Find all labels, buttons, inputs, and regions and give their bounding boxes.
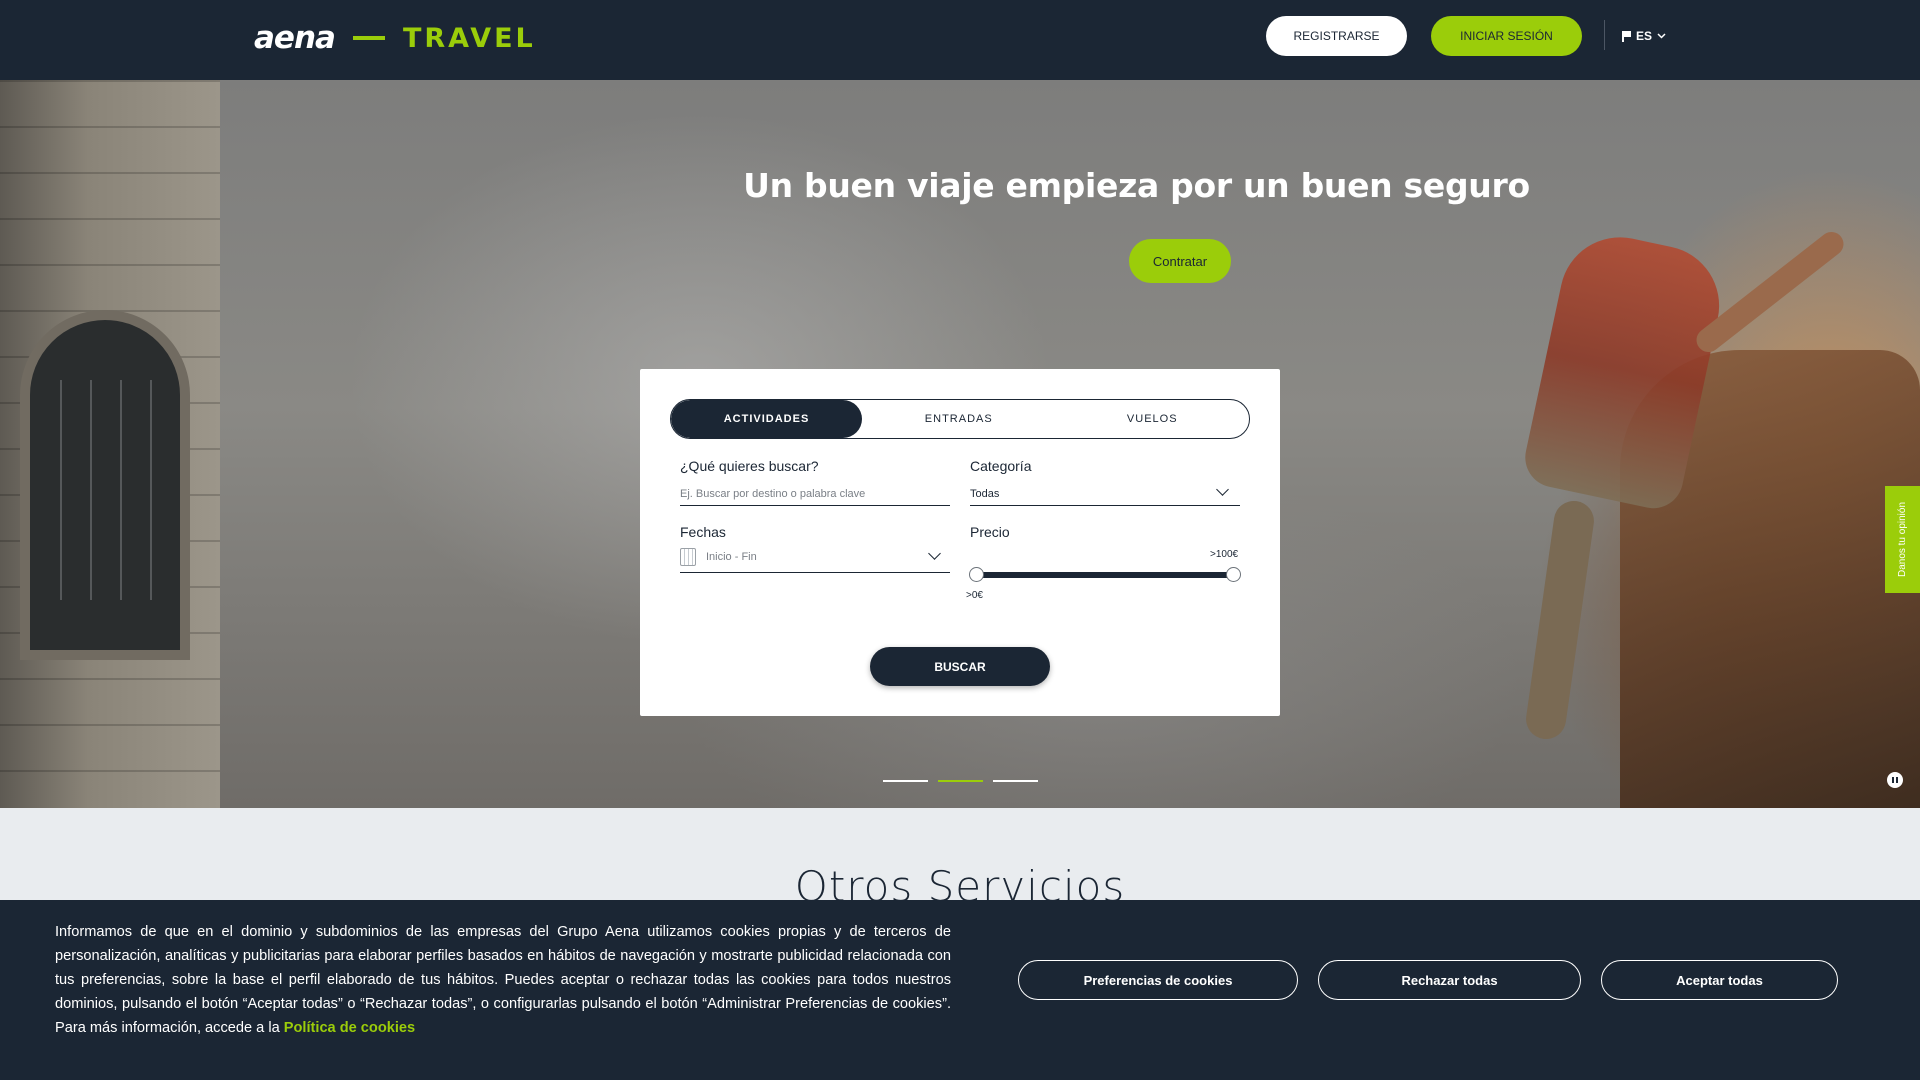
category-select[interactable]: Todas <box>970 470 1240 506</box>
aena-travel-logo[interactable]: aena TRAVEL <box>254 18 536 58</box>
hero-title: Un buen viaje empieza por un buen seguro <box>743 166 1530 205</box>
search-card: ACTIVIDADES ENTRADAS VUELOS ¿Qué quieres… <box>640 369 1280 716</box>
cookie-preferences-button[interactable]: Preferencias de cookies <box>1018 960 1298 1000</box>
logo-aena-text: aena <box>254 20 336 56</box>
carousel-dot-active[interactable] <box>938 780 983 782</box>
language-selector[interactable]: ES <box>1622 26 1666 46</box>
dates-label: Fechas <box>680 524 726 540</box>
top-header: aena TRAVEL REGISTRARSE INICIAR SESIÓN E… <box>0 0 1920 80</box>
chevron-down-icon <box>1657 33 1666 39</box>
logo-travel-text: TRAVEL <box>402 22 536 54</box>
price-min-value: >0€ <box>966 590 983 601</box>
query-placeholder: Ej. Buscar por destino o palabra clave <box>680 487 866 500</box>
price-label: Precio <box>970 524 1010 540</box>
cookie-text: Informamos de que en el dominio y subdom… <box>55 920 951 1040</box>
carousel-indicators <box>883 780 1038 782</box>
tab-entradas[interactable]: ENTRADAS <box>862 400 1056 438</box>
carousel-dot[interactable] <box>883 780 928 782</box>
language-code: ES <box>1636 29 1653 43</box>
register-button[interactable]: REGISTRARSE <box>1266 16 1407 56</box>
price-max-value: >100€ <box>1210 549 1239 560</box>
flag-icon <box>1622 30 1631 42</box>
price-slider-min-handle[interactable] <box>969 567 984 582</box>
query-input[interactable]: Ej. Buscar por destino o palabra clave <box>680 470 950 506</box>
hero-climber-leg <box>1523 498 1597 742</box>
header-divider <box>1604 20 1605 50</box>
pause-icon <box>1892 777 1898 783</box>
cookie-banner: Informamos de que en el dominio y subdom… <box>0 900 1920 1080</box>
dates-input[interactable]: Inicio - Fin <box>680 541 950 573</box>
logo-dash <box>352 36 385 40</box>
chevron-down-icon <box>1216 483 1229 496</box>
category-value: Todas <box>970 487 1000 500</box>
carousel-pause-button[interactable] <box>1887 772 1903 788</box>
feedback-tab-label: Danos tu opinión <box>1897 501 1908 578</box>
contratar-button[interactable]: Contratar <box>1129 239 1231 283</box>
reject-all-button[interactable]: Rechazar todas <box>1318 960 1581 1000</box>
price-slider-track[interactable] <box>976 572 1234 578</box>
search-button[interactable]: BUSCAR <box>870 647 1050 686</box>
carousel-dot[interactable] <box>993 780 1038 782</box>
tab-actividades[interactable]: ACTIVIDADES <box>671 400 862 438</box>
accept-all-button[interactable]: Aceptar todas <box>1601 960 1838 1000</box>
tab-vuelos[interactable]: VUELOS <box>1056 400 1250 438</box>
cookie-body-text: Informamos de que en el dominio y subdom… <box>55 924 951 1036</box>
feedback-tab[interactable]: Danos tu opinión <box>1885 486 1920 593</box>
chevron-down-icon <box>928 547 941 560</box>
search-tabs: ACTIVIDADES ENTRADAS VUELOS <box>670 399 1250 439</box>
ruin-arch <box>20 310 190 660</box>
dates-placeholder: Inicio - Fin <box>706 550 757 563</box>
price-slider-max-handle[interactable] <box>1226 567 1241 582</box>
login-button[interactable]: INICIAR SESIÓN <box>1431 16 1582 56</box>
calendar-icon <box>680 547 696 566</box>
hero-banner: Un buen viaje empieza por un buen seguro… <box>0 80 1920 808</box>
cookie-policy-link[interactable]: Política de cookies <box>284 1020 415 1036</box>
